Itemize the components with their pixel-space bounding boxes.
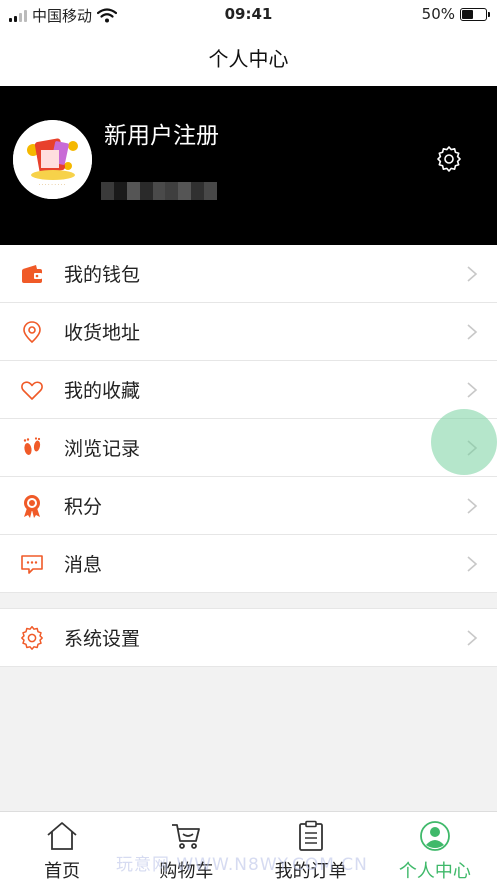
order-list-icon [298, 820, 323, 851]
tab-home[interactable]: 首页 [0, 812, 124, 883]
profile-header: · · · · · · · · · 新用户注册 [0, 86, 497, 245]
cart-icon [172, 824, 201, 849]
chevron-right-icon [467, 556, 478, 572]
wallet-icon [22, 265, 42, 283]
menu-item-system-settings[interactable]: 系统设置 [0, 609, 497, 667]
menu-item-messages[interactable]: 消息 [0, 535, 497, 593]
menu-label-messages: 消息 [64, 554, 103, 576]
menu-label-system-settings: 系统设置 [64, 628, 141, 650]
tab-label-home: 首页 [44, 861, 81, 882]
battery-icon [460, 7, 490, 21]
chevron-right-icon [467, 324, 478, 340]
settings-gear-icon[interactable] [436, 146, 462, 172]
status-bar: 中国移动 09:41 50% [0, 0, 497, 28]
svg-text:· · · · · · · · ·: · · · · · · · · · [38, 182, 65, 188]
menu-label-points: 积分 [64, 496, 103, 518]
avatar[interactable]: · · · · · · · · · [13, 120, 92, 199]
tab-label-orders: 我的订单 [274, 861, 347, 882]
message-icon [21, 555, 43, 574]
menu-label-address: 收货地址 [64, 322, 141, 344]
tab-bar: 首页 购物车 我的订单 个人中心 [0, 811, 497, 883]
menu-label-favorites: 我的收藏 [64, 380, 141, 402]
avatar-image: · · · · · · · · · [13, 120, 92, 199]
tab-cart[interactable]: 购物车 [124, 812, 248, 883]
status-right: 50% [421, 5, 490, 23]
page-title: 个人中心 [208, 46, 289, 71]
battery-percent: 50% [421, 5, 455, 23]
user-circle-icon [419, 821, 450, 851]
medal-icon [24, 495, 40, 518]
menu-item-address[interactable]: 收货地址 [0, 303, 497, 361]
chevron-right-icon [467, 498, 478, 514]
chevron-right-icon [467, 382, 478, 398]
nav-bar: 个人中心 [0, 28, 497, 86]
gear-icon [21, 626, 43, 650]
touch-indicator [431, 409, 497, 475]
menu-item-favorites[interactable]: 我的收藏 [0, 361, 497, 419]
tab-label-cart: 购物车 [159, 861, 214, 882]
username[interactable]: 新用户注册 [104, 116, 219, 150]
mosaic-blur [101, 182, 218, 200]
tab-label-profile: 个人中心 [398, 861, 471, 882]
menu-item-wallet[interactable]: 我的钱包 [0, 245, 497, 303]
menu-item-history[interactable]: 浏览记录 [0, 419, 497, 477]
heart-icon [21, 381, 43, 400]
tab-profile[interactable]: 个人中心 [373, 812, 497, 883]
menu-label-history: 浏览记录 [64, 438, 141, 460]
tab-orders[interactable]: 我的订单 [249, 812, 373, 883]
home-icon [47, 822, 77, 850]
footprints-icon [23, 437, 41, 455]
menu-list-settings: 系统设置 [0, 608, 497, 667]
location-pin-icon [23, 321, 41, 344]
menu-label-wallet: 我的钱包 [64, 264, 141, 286]
chevron-right-icon [467, 630, 478, 646]
battery-fill [462, 9, 473, 19]
chevron-right-icon [467, 266, 478, 282]
menu-item-points[interactable]: 积分 [0, 477, 497, 535]
menu-list: 我的钱包 收货地址 我的收藏 浏览记录 积分 消息 [0, 245, 497, 593]
